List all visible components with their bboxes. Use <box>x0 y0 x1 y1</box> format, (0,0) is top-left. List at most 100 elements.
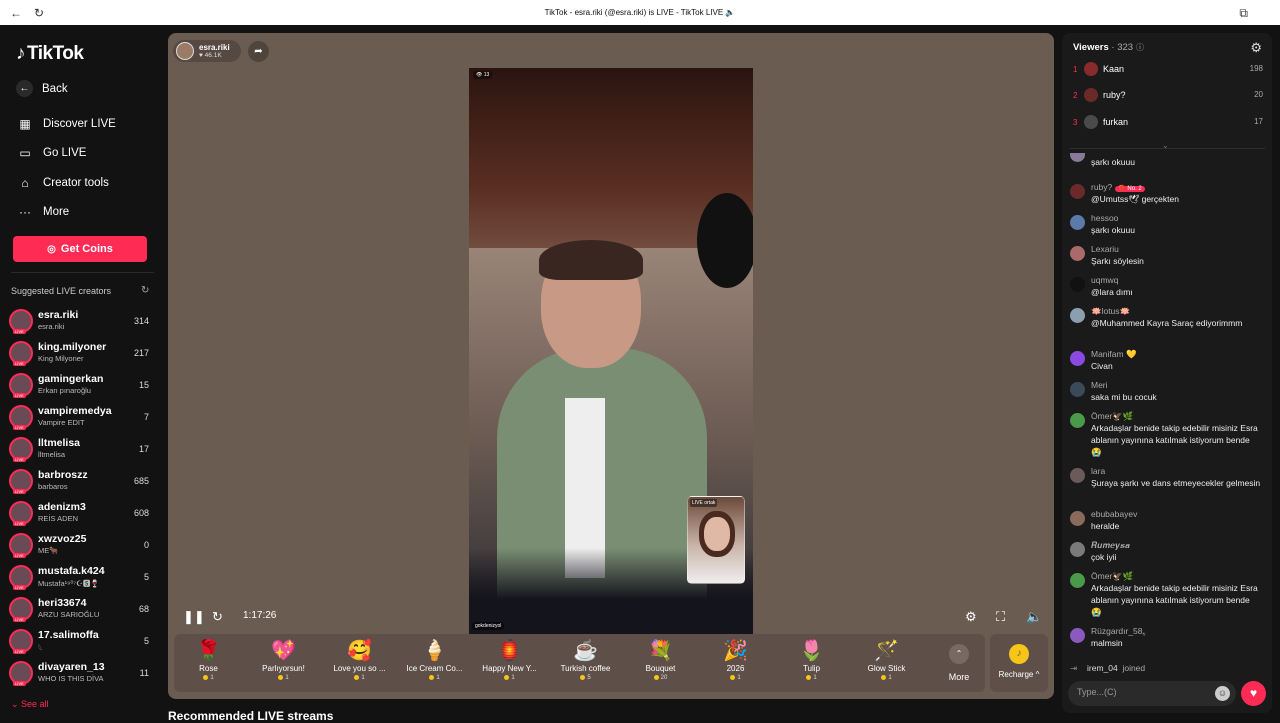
door-icon: ⇥ <box>1070 663 1078 673</box>
coin-icon: ◎ <box>47 243 56 255</box>
creator-item[interactable]: LIVE king.milyoner King Milyoner 217 <box>9 339 152 369</box>
gift-item[interactable]: 🌷 Tulip 1 <box>774 638 849 690</box>
back-button[interactable]: ← Back <box>16 80 68 97</box>
creator-item[interactable]: LIVE mustafa.k424 Mustafa¹⁹⁰⁷☪︎🆂🍷 5 <box>9 563 152 593</box>
avatar <box>1070 277 1085 292</box>
calendar-icon: ▦ <box>19 117 31 131</box>
suggested-header: Suggested LIVE creators ↻ <box>11 285 150 296</box>
gift-item[interactable]: 🍦 Ice Cream Co... 1 <box>397 638 472 690</box>
avatar <box>1070 351 1085 366</box>
creator-item[interactable]: LIVE vampiremedya Vampire EDIT 7 <box>9 403 152 433</box>
creator-item[interactable]: LIVE divayaren_13 WHO IS THIS DİVA 11 <box>9 659 152 689</box>
avatar <box>1084 62 1098 76</box>
divider <box>11 272 154 273</box>
gift-item[interactable]: 🪄 Glow Stick 1 <box>849 638 924 690</box>
live-player: esra.riki ♥ 46.1K ➦ 👁 13 gokdenizyol LIV… <box>168 33 1054 699</box>
gift-bar: 🌹 Rose 1 💖 Parlıyorsun! 1 🥰 Love you so ... 1 … <box>174 634 985 692</box>
avatar <box>1070 382 1085 397</box>
avatar <box>1070 153 1085 162</box>
avatar: LIVE <box>9 469 33 494</box>
recharge-button[interactable]: ♪ Recharge ^ <box>990 634 1048 692</box>
avatar: LIVE <box>9 501 33 526</box>
avatar <box>1070 308 1085 323</box>
avatar: LIVE <box>9 597 33 622</box>
top-viewer[interactable]: 2 ruby? 20 <box>1073 86 1263 106</box>
microphone-shape <box>697 193 753 288</box>
coin-icon: ♪ <box>1009 644 1029 664</box>
creator-item[interactable]: LIVE esra.riki esra.riki 314 <box>9 307 152 337</box>
avatar <box>1070 184 1085 199</box>
recommended-heading: Recommended LIVE streams <box>168 709 334 723</box>
avatar <box>1070 511 1085 526</box>
top-viewer[interactable]: 1 Kaan 198 <box>1073 60 1263 80</box>
emoji-icon[interactable]: ☺ <box>1215 686 1230 701</box>
avatar: LIVE <box>9 533 33 558</box>
gift-item[interactable]: 🥰 Love you so ... 1 <box>322 638 397 690</box>
guest-video[interactable]: LIVE ortak <box>687 496 745 584</box>
viewer-badge: 👁 13 <box>473 71 493 79</box>
join-notice: ⇥ irem_04 joined <box>1070 663 1146 673</box>
avatar <box>1084 88 1098 102</box>
refresh-icon[interactable]: ↻ <box>141 285 149 296</box>
avatar <box>1070 542 1085 557</box>
creator-item[interactable]: LIVE adenizm3 REİS ADEN 608 <box>9 499 152 529</box>
like-heart-button[interactable]: ♥ <box>1241 681 1266 706</box>
gift-item[interactable]: ☕ Turkish coffee 5 <box>548 638 623 690</box>
see-all-link[interactable]: ⌄ See all <box>11 699 49 710</box>
creator-item[interactable]: LIVE lltmelisa lltmelisa 17 <box>9 435 152 465</box>
nav-discover-live[interactable]: ▦ Discover LIVE <box>16 115 116 133</box>
viewers-header: Viewers · 323 ⓘ <box>1073 42 1145 53</box>
avatar: LIVE <box>9 309 33 334</box>
avatar <box>176 42 194 60</box>
host-pill[interactable]: esra.riki ♥ 46.1K <box>173 40 241 62</box>
avatar <box>1070 413 1085 428</box>
volume-icon[interactable]: 🔈 <box>1026 609 1042 625</box>
arrow-left-icon: ← <box>16 80 33 97</box>
stream-time: 1:17:26 <box>243 610 277 621</box>
avatar: LIVE <box>9 405 33 430</box>
nav-creator-tools[interactable]: ⌂ Creator tools <box>16 174 108 192</box>
gift-item[interactable]: 🎉 2026 1 <box>698 638 773 690</box>
settings-icon[interactable]: ⚙ <box>965 609 977 625</box>
creator-item[interactable]: LIVE gamingerkan Erkan pınaroğlu 15 <box>9 371 152 401</box>
play-house-icon: ⌂ <box>21 176 29 190</box>
share-icon[interactable]: ➦ <box>248 41 269 62</box>
avatar: LIVE <box>9 373 33 398</box>
chat-list: hessooşarkı okuuu ruby?🔴 No. 2@Umutss🕊 g… <box>1070 153 1266 673</box>
avatar: LIVE <box>9 565 33 590</box>
pause-icon[interactable]: ❚❚ <box>183 609 205 625</box>
nav-go-live[interactable]: ▭ Go LIVE <box>16 144 86 162</box>
avatar: LIVE <box>9 437 33 462</box>
gear-icon[interactable]: ⚙ <box>1250 40 1262 56</box>
refresh-icon[interactable]: ↻ <box>212 609 223 625</box>
creator-item[interactable]: LIVE barbroszz barbaros 685 <box>9 467 152 497</box>
avatar <box>1070 573 1085 588</box>
sidebar: ♪ TikTok ← Back ▦ Discover LIVE ▭ Go LIVE ⌂ C… <box>0 25 160 720</box>
extensions-icon[interactable]: ⧉ <box>1239 6 1248 21</box>
avatar <box>1084 115 1098 129</box>
chevron-up-icon: ⌃ <box>949 644 969 664</box>
top-viewer[interactable]: 3 furkan 17 <box>1073 113 1263 133</box>
fullscreen-icon[interactable]: ⛶ <box>996 609 1005 625</box>
nav-more[interactable]: ··· More <box>16 203 69 221</box>
gift-item[interactable]: 🏮 Happy New Y... 1 <box>472 638 547 690</box>
more-gifts-button[interactable]: ⌃ More <box>939 642 979 682</box>
avatar: LIVE <box>9 629 33 654</box>
gift-item[interactable]: 💖 Parlıyorsun! 1 <box>246 638 321 690</box>
creator-item[interactable]: LIVE heri33674 ARZU SARIOĞLU 68 <box>9 595 152 625</box>
chat-input[interactable] <box>1077 687 1207 697</box>
tiktok-note-icon: ♪ <box>16 43 26 64</box>
gift-item[interactable]: 🌹 Rose 1 <box>171 638 246 690</box>
host-name: esra.riki <box>199 43 230 52</box>
guest-label: LIVE ortak <box>690 499 718 507</box>
tiktok-logo[interactable]: ♪ TikTok <box>16 43 84 65</box>
gift-item[interactable]: 💐 Bouquet 20 <box>623 638 698 690</box>
get-coins-button[interactable]: ◎ Get Coins <box>13 236 147 262</box>
chat-input-box: ☺ <box>1068 681 1236 706</box>
creator-item[interactable]: LIVE 17.salimoffa 𓆩 5 <box>9 627 152 657</box>
chat-panel: Viewers · 323 ⓘ ⚙ 1 Kaan 198 2 ruby? 20 3 furk… <box>1062 33 1272 713</box>
creator-item[interactable]: LIVE xwzvoz25 ME🐂 0 <box>9 531 152 561</box>
avatar <box>1070 215 1085 230</box>
info-icon[interactable]: ⓘ <box>1136 43 1144 52</box>
browser-bar: ← ↻ TikTok - esra.riki (@esra.riki) is LI… <box>0 0 1280 25</box>
